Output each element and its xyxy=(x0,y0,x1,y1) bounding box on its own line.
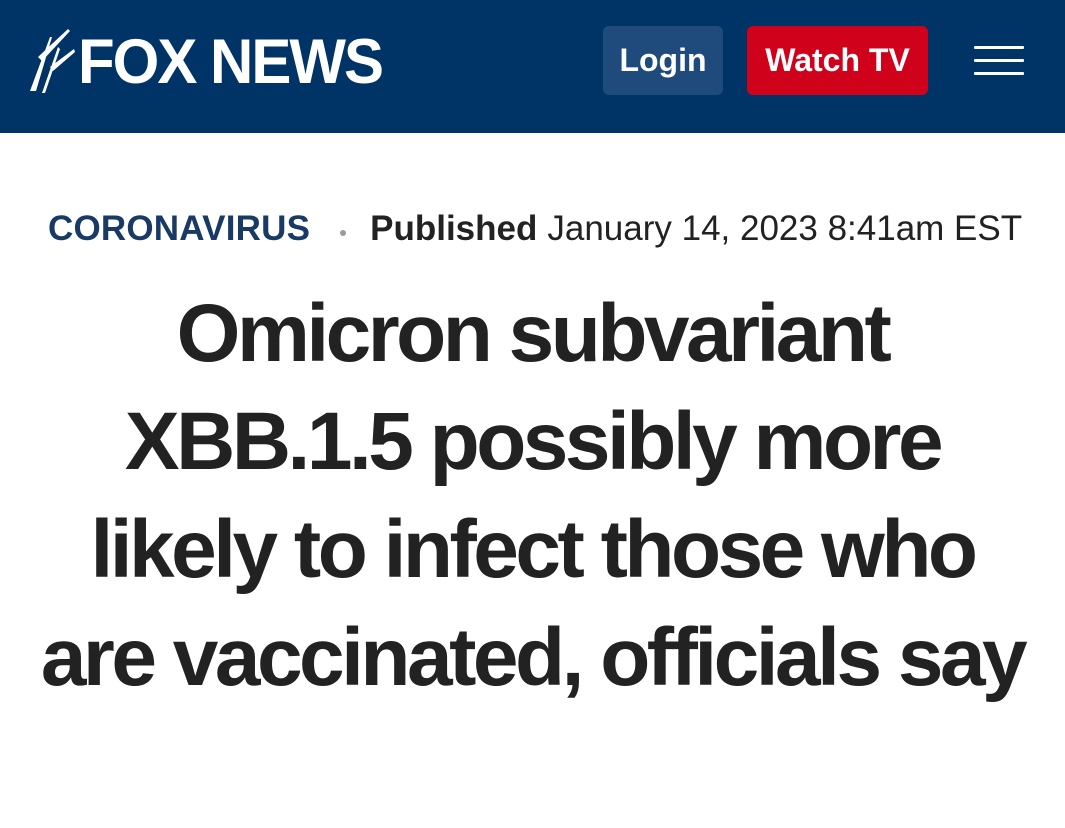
article-headline: Omicron subvariant XBB.1.5 possibly more… xyxy=(40,288,1028,703)
article-meta: CORONAVIRUS Published January 14, 2023 8… xyxy=(48,206,1022,252)
menu-bar-line xyxy=(974,46,1024,49)
hamburger-menu-icon[interactable] xyxy=(974,44,1024,78)
category-link[interactable]: CORONAVIRUS xyxy=(48,209,310,249)
fox-news-logo[interactable]: FOX NEWS xyxy=(28,22,384,102)
article-page: FOX NEWS Login Watch TV CORONAVIRUS Publ… xyxy=(0,0,1065,828)
published-date: January 14, 2023 8:41am EST xyxy=(547,209,1023,248)
site-header: FOX NEWS Login Watch TV xyxy=(0,0,1065,133)
logo-wordmark: FOX NEWS xyxy=(78,26,384,97)
menu-bar-line xyxy=(974,72,1024,75)
menu-bar-line xyxy=(974,59,1024,62)
published-label: Published xyxy=(370,209,538,248)
searchlight-logo-icon xyxy=(30,29,75,93)
login-button[interactable]: Login xyxy=(603,26,723,95)
watch-tv-button[interactable]: Watch TV xyxy=(747,26,928,95)
separator-dot xyxy=(340,230,347,236)
